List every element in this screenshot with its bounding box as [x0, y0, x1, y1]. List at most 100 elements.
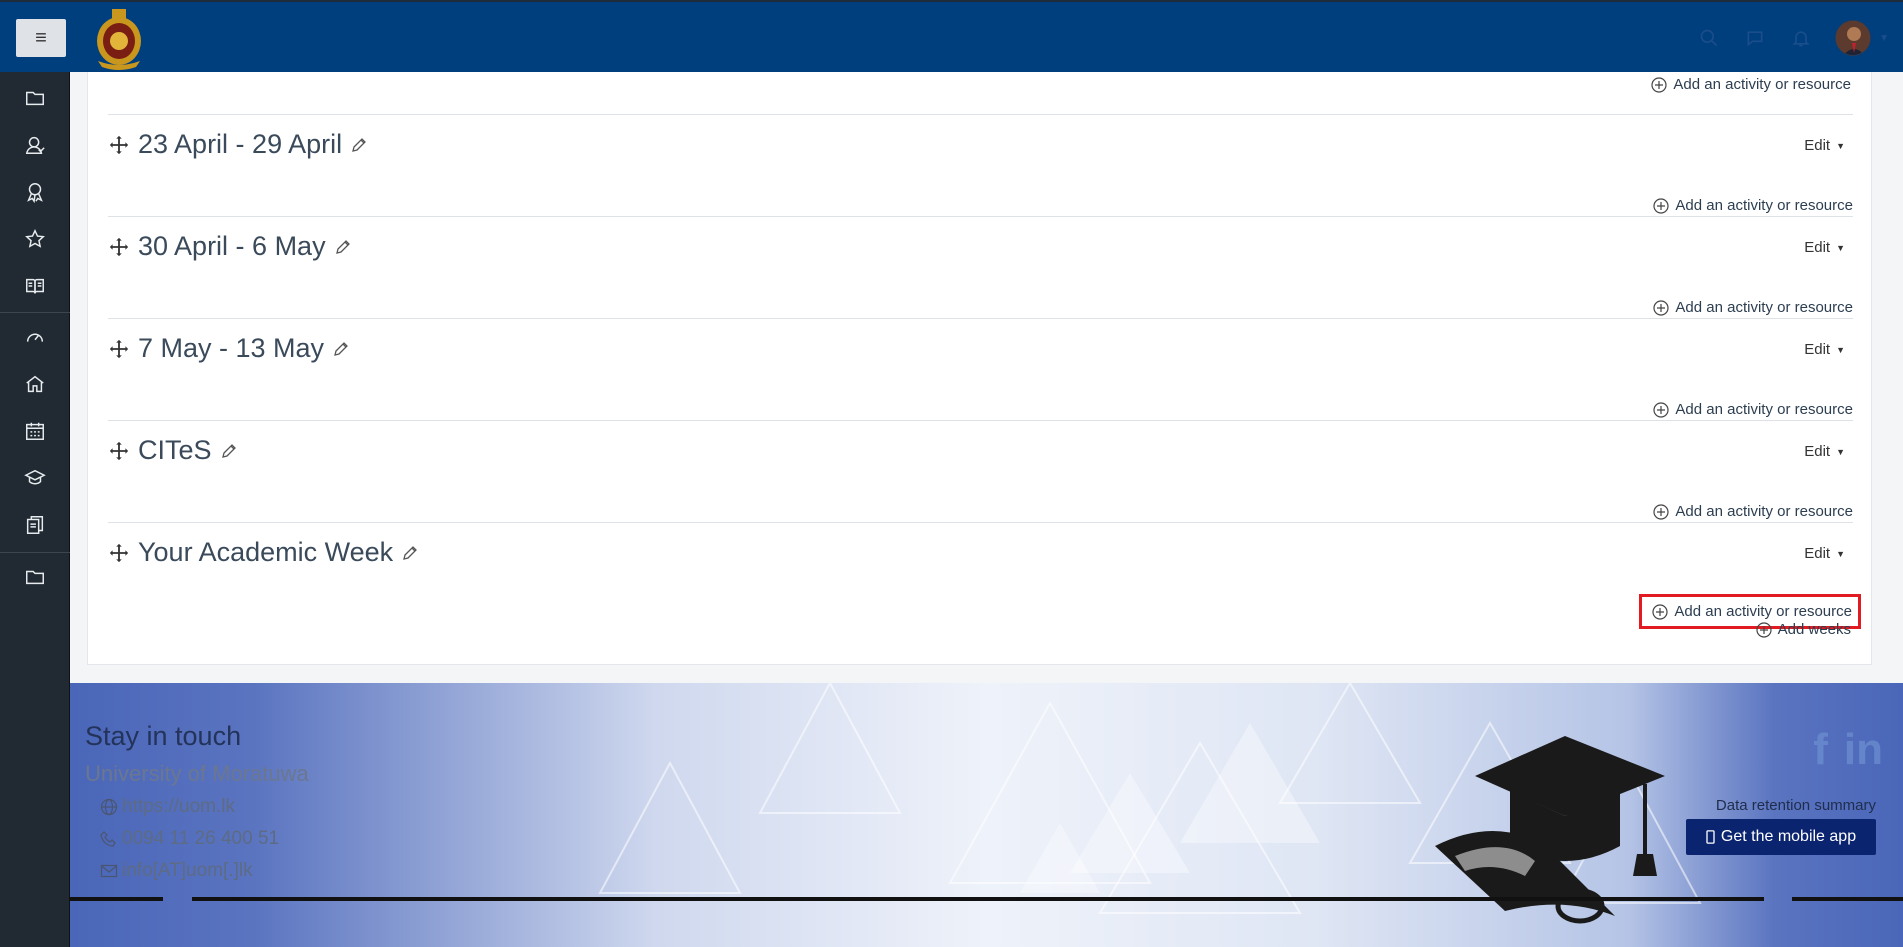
- add-activity-link[interactable]: Add an activity or resource: [1651, 76, 1851, 93]
- section-title[interactable]: Your Academic Week: [138, 537, 393, 568]
- footer-divider: [192, 897, 1764, 901]
- edit-label: Edit: [1804, 137, 1831, 154]
- edit-menu-button[interactable]: Edit ▼: [1804, 545, 1845, 562]
- pencil-icon[interactable]: [401, 544, 419, 562]
- edit-label: Edit: [1804, 239, 1831, 256]
- caret-down-icon: ▼: [1836, 548, 1845, 559]
- move-icon[interactable]: [108, 542, 130, 564]
- add-activity-link[interactable]: Add an activity or resource: [1653, 197, 1853, 214]
- course-section: 30 April - 6 May Edit ▼ Add an activity o…: [108, 216, 1853, 318]
- phone-icon: [1706, 830, 1715, 844]
- star-icon[interactable]: [0, 219, 70, 259]
- caret-down-icon: ▼: [1836, 446, 1845, 457]
- folder-icon[interactable]: [0, 78, 70, 118]
- add-circle-icon: [1653, 197, 1670, 214]
- section-header: 30 April - 6 May: [108, 231, 352, 262]
- pencil-icon[interactable]: [350, 136, 368, 154]
- pencil-icon[interactable]: [334, 238, 352, 256]
- edit-label: Edit: [1804, 545, 1831, 562]
- pencil-icon[interactable]: [332, 340, 350, 358]
- course-content-card: Add an activity or resource 23 April - 2…: [87, 72, 1872, 665]
- sidebar-divider: [0, 552, 70, 553]
- move-icon[interactable]: [108, 440, 130, 462]
- course-section: 7 May - 13 May Edit ▼ Add an activity or …: [108, 318, 1853, 420]
- add-weeks-link[interactable]: Add weeks: [1756, 621, 1851, 638]
- facebook-icon[interactable]: f: [1813, 725, 1828, 775]
- course-section: 23 April - 29 April Edit ▼ Add an activit…: [108, 114, 1853, 216]
- university-crest-logo[interactable]: [92, 5, 146, 71]
- course-section: Your Academic Week Edit ▼ Add an activity…: [108, 522, 1861, 629]
- section-title[interactable]: CITeS: [138, 435, 212, 466]
- footer-divider: [1792, 897, 1903, 901]
- left-sidebar: [0, 72, 70, 947]
- add-activity-label: Add an activity or resource: [1675, 503, 1853, 520]
- phone-icon: [100, 831, 116, 847]
- website-link[interactable]: https://uom.lk: [100, 796, 235, 818]
- section-header: CITeS: [108, 435, 238, 466]
- sidebar-divider: [0, 312, 70, 313]
- website-text: https://uom.lk: [122, 796, 235, 817]
- social-links: f in: [1813, 725, 1883, 775]
- email-text: info[AT]uom[.]lk: [122, 860, 253, 881]
- calendar-icon[interactable]: [0, 411, 70, 451]
- graduation-cap-icon[interactable]: [0, 458, 70, 498]
- book-icon[interactable]: [0, 266, 70, 306]
- mobile-app-label: Get the mobile app: [1720, 828, 1857, 845]
- files-icon[interactable]: [0, 505, 70, 545]
- edit-menu-button[interactable]: Edit ▼: [1804, 443, 1845, 460]
- dashboard-icon[interactable]: [0, 317, 70, 357]
- bell-icon[interactable]: [1789, 26, 1813, 50]
- mobile-app-button[interactable]: Get the mobile app: [1686, 819, 1876, 855]
- add-activity-link[interactable]: Add an activity or resource: [1653, 503, 1853, 520]
- phone-text: 0094 11 26 400 51: [122, 828, 280, 849]
- edit-label: Edit: [1804, 443, 1831, 460]
- pencil-icon[interactable]: [220, 442, 238, 460]
- add-activity-label: Add an activity or resource: [1675, 401, 1853, 418]
- add-circle-icon: [1756, 621, 1772, 638]
- edit-label: Edit: [1804, 341, 1831, 358]
- phone-link[interactable]: 0094 11 26 400 51: [100, 828, 279, 850]
- email-link[interactable]: info[AT]uom[.]lk: [100, 860, 253, 882]
- participants-icon[interactable]: [0, 125, 70, 165]
- footer-heading: Stay in touch: [85, 721, 242, 751]
- caret-down-icon: ▼: [1836, 140, 1845, 151]
- footer-divider: [70, 897, 163, 901]
- section-header: 7 May - 13 May: [108, 333, 350, 364]
- mail-icon: [100, 864, 118, 878]
- search-icon[interactable]: [1697, 26, 1721, 50]
- home-icon[interactable]: [0, 364, 70, 404]
- section-title[interactable]: 7 May - 13 May: [138, 333, 324, 364]
- badges-icon[interactable]: [0, 172, 70, 212]
- data-retention-link[interactable]: Data retention summary: [1716, 797, 1876, 814]
- edit-menu-button[interactable]: Edit ▼: [1804, 137, 1845, 154]
- hamburger-icon[interactable]: ≡: [16, 19, 66, 57]
- globe-icon: [100, 798, 118, 816]
- section-title[interactable]: 23 April - 29 April: [138, 129, 342, 160]
- edit-menu-button[interactable]: Edit ▼: [1804, 341, 1845, 358]
- user-avatar[interactable]: [1835, 20, 1872, 56]
- top-navbar: ≡ ▼: [0, 0, 1903, 72]
- add-circle-icon: [1652, 603, 1669, 620]
- add-activity-link[interactable]: Add an activity or resource: [1653, 299, 1853, 316]
- chat-bubble-icon[interactable]: [1743, 26, 1767, 50]
- add-activity-link[interactable]: Add an activity or resource: [1653, 401, 1853, 418]
- add-circle-icon: [1653, 503, 1670, 520]
- add-activity-label: Add an activity or resource: [1675, 197, 1853, 214]
- add-activity-label: Add an activity or resource: [1674, 603, 1852, 620]
- chevron-down-icon[interactable]: ▼: [1879, 33, 1889, 44]
- move-icon[interactable]: [108, 338, 130, 360]
- course-section: CITeS Edit ▼ Add an activity or resource: [108, 420, 1853, 522]
- edit-menu-button[interactable]: Edit ▼: [1804, 239, 1845, 256]
- section-header: Your Academic Week: [108, 537, 419, 568]
- linkedin-icon[interactable]: in: [1844, 725, 1883, 775]
- add-circle-icon: [1653, 299, 1670, 316]
- page-footer: Stay in touch University of Moratuwa htt…: [70, 683, 1903, 947]
- navbar-actions: ▼: [1697, 20, 1889, 56]
- add-activity-label: Add an activity or resource: [1675, 299, 1853, 316]
- folder-icon[interactable]: [0, 557, 70, 597]
- section-title[interactable]: 30 April - 6 May: [138, 231, 326, 262]
- move-icon[interactable]: [108, 134, 130, 156]
- add-circle-icon: [1653, 401, 1670, 418]
- footer-org-name: University of Moratuwa: [85, 761, 309, 786]
- move-icon[interactable]: [108, 236, 130, 258]
